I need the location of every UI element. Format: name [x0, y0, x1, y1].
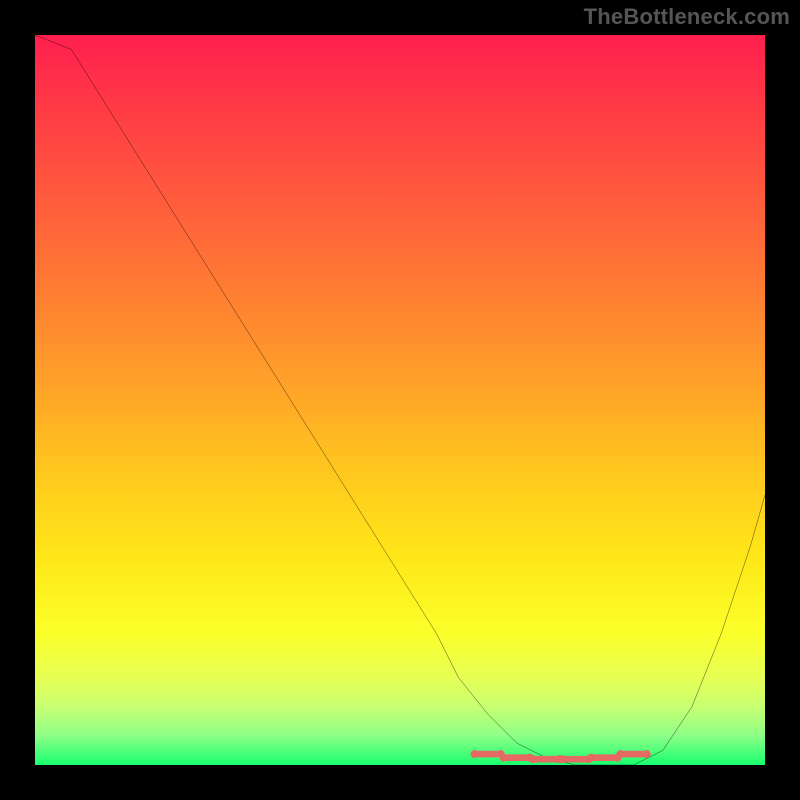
curve-layer [35, 35, 765, 765]
valley-markers [470, 750, 650, 763]
bottleneck-curve-path [35, 35, 765, 765]
valley-marker-dot [616, 750, 624, 758]
valley-marker-dot [500, 754, 508, 762]
valley-marker-dot [558, 755, 566, 763]
valley-marker-dot [587, 754, 595, 762]
valley-marker-dot [529, 755, 537, 763]
chart-frame: TheBottleneck.com [0, 0, 800, 800]
valley-marker-dot [643, 750, 651, 758]
watermark-text: TheBottleneck.com [584, 4, 790, 30]
valley-marker-dot [470, 750, 478, 758]
